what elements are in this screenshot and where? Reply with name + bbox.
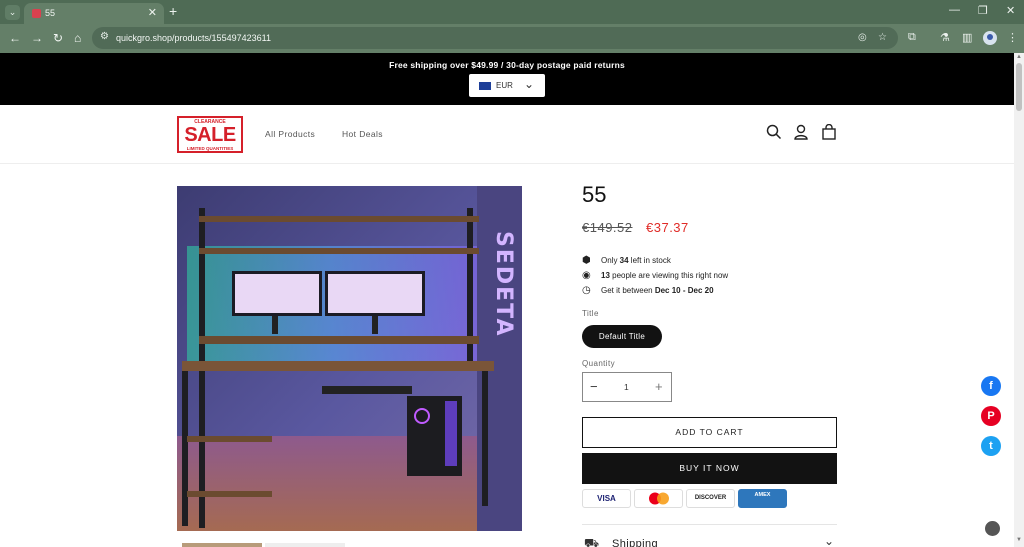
price-sale: €37.37	[646, 220, 689, 235]
tab-favicon-icon	[32, 9, 41, 18]
visa-badge: VISA	[582, 489, 631, 508]
browser-toolbar: ← → ↻ ⌂ ⚙ quickgro.shop/products/1554974…	[0, 24, 1024, 53]
labs-icon[interactable]: ⚗	[940, 31, 950, 44]
thumbnail-2[interactable]	[265, 543, 345, 547]
profile-avatar[interactable]	[983, 31, 997, 45]
buy-now-button[interactable]: BUY IT NOW	[582, 453, 837, 484]
site-header: CLEARANCE SALE LIMITED QUANTITIES All Pr…	[0, 105, 1014, 164]
side-panel-icon[interactable]: ▥	[962, 31, 972, 44]
browser-tab-strip: ⌄ 55 ✕ + — ❐ ✕	[0, 0, 1024, 24]
price-compare: €149.52	[582, 220, 633, 235]
quantity-increase-button[interactable]: +	[655, 379, 663, 394]
chat-widget-icon[interactable]	[985, 521, 1000, 536]
tracking-off-icon[interactable]: ◎	[858, 32, 867, 43]
back-icon[interactable]: ←	[9, 31, 21, 45]
thumbnail-1[interactable]	[182, 543, 262, 547]
pinterest-share-icon[interactable]: P	[981, 406, 1001, 426]
quantity-stepper: − 1 +	[582, 372, 672, 402]
currency-code: EUR	[496, 81, 513, 90]
search-icon[interactable]	[766, 124, 782, 140]
extensions-icon[interactable]: ⧉	[908, 31, 916, 44]
currency-selector[interactable]: EUR ⌄	[469, 74, 545, 97]
amex-badge: AMEX	[738, 489, 787, 508]
address-bar[interactable]: ⚙ quickgro.shop/products/155497423611 ◎ …	[92, 27, 898, 49]
tab-close-icon[interactable]: ✕	[148, 6, 157, 19]
restore-icon[interactable]: ❐	[978, 4, 988, 17]
scroll-up-icon[interactable]: ▲	[1016, 54, 1022, 60]
nav-all-products[interactable]: All Products	[265, 129, 315, 139]
cart-icon[interactable]	[822, 124, 836, 140]
site-info-icon[interactable]: ⚙	[100, 31, 109, 42]
add-to-cart-button[interactable]: ADD TO CART	[582, 417, 837, 448]
mastercard-badge	[634, 489, 683, 508]
shipping-accordion-label[interactable]: Shipping	[612, 538, 658, 547]
chevron-down-icon[interactable]: ⌄	[824, 534, 834, 547]
eye-icon: ◉	[582, 270, 591, 281]
stock-info: ⬢ Only 34 left in stock	[582, 255, 671, 266]
announcement-bar: Free shipping over $49.99 / 30-day posta…	[0, 53, 1014, 105]
tab-search-icon[interactable]: ⌄	[5, 5, 20, 20]
menu-kebab-icon[interactable]: ⋮	[1007, 31, 1018, 44]
product-main-image[interactable]: SEDETA	[177, 186, 522, 531]
nav-hot-deals[interactable]: Hot Deals	[342, 129, 383, 139]
quantity-decrease-button[interactable]: −	[590, 379, 598, 394]
product-title: 55	[582, 182, 607, 207]
quantity-label: Quantity	[582, 359, 615, 368]
chevron-down-icon: ⌄	[524, 77, 535, 91]
logo-bottom-text: LIMITED QUANTITIES	[186, 146, 234, 151]
variant-default-title[interactable]: Default Title	[582, 325, 662, 348]
truck-icon: ⛟	[584, 536, 600, 547]
announcement-text: Free shipping over $49.99 / 30-day posta…	[389, 60, 625, 70]
viewers-info: ◉ 13 people are viewing this right now	[582, 270, 729, 281]
store-logo[interactable]: CLEARANCE SALE LIMITED QUANTITIES	[177, 116, 243, 153]
discover-badge: DISCOVER	[686, 489, 735, 508]
page-scrollbar[interactable]: ▲ ▼	[1014, 53, 1024, 547]
new-tab-icon[interactable]: +	[169, 3, 177, 19]
browser-tab[interactable]: 55 ✕	[24, 3, 164, 24]
box-icon: ⬢	[582, 255, 591, 266]
address-url[interactable]: quickgro.shop/products/155497423611	[116, 33, 271, 43]
reload-icon[interactable]: ↻	[53, 31, 63, 45]
scroll-thumb[interactable]	[1016, 63, 1022, 111]
eu-flag-icon	[479, 82, 491, 90]
divider	[582, 524, 837, 525]
quantity-input[interactable]: 1	[624, 382, 629, 392]
bookmark-star-icon[interactable]: ☆	[878, 32, 887, 43]
account-icon[interactable]	[794, 124, 808, 140]
close-window-icon[interactable]: ✕	[1006, 4, 1015, 17]
scroll-down-icon[interactable]: ▼	[1016, 537, 1022, 543]
delivery-info: ◷ Get it between Dec 10 - Dec 20	[582, 285, 714, 296]
minimize-icon[interactable]: —	[949, 4, 960, 16]
logo-main-text: SALE	[184, 124, 236, 146]
facebook-share-icon[interactable]: f	[981, 376, 1001, 396]
image-brand-text: SEDETA	[491, 231, 516, 338]
forward-icon[interactable]: →	[31, 31, 43, 45]
home-icon[interactable]: ⌂	[74, 31, 81, 45]
twitter-share-icon[interactable]: t	[981, 436, 1001, 456]
variant-label: Title	[582, 309, 599, 318]
tab-title: 55	[45, 8, 56, 18]
clock-icon: ◷	[582, 285, 591, 296]
